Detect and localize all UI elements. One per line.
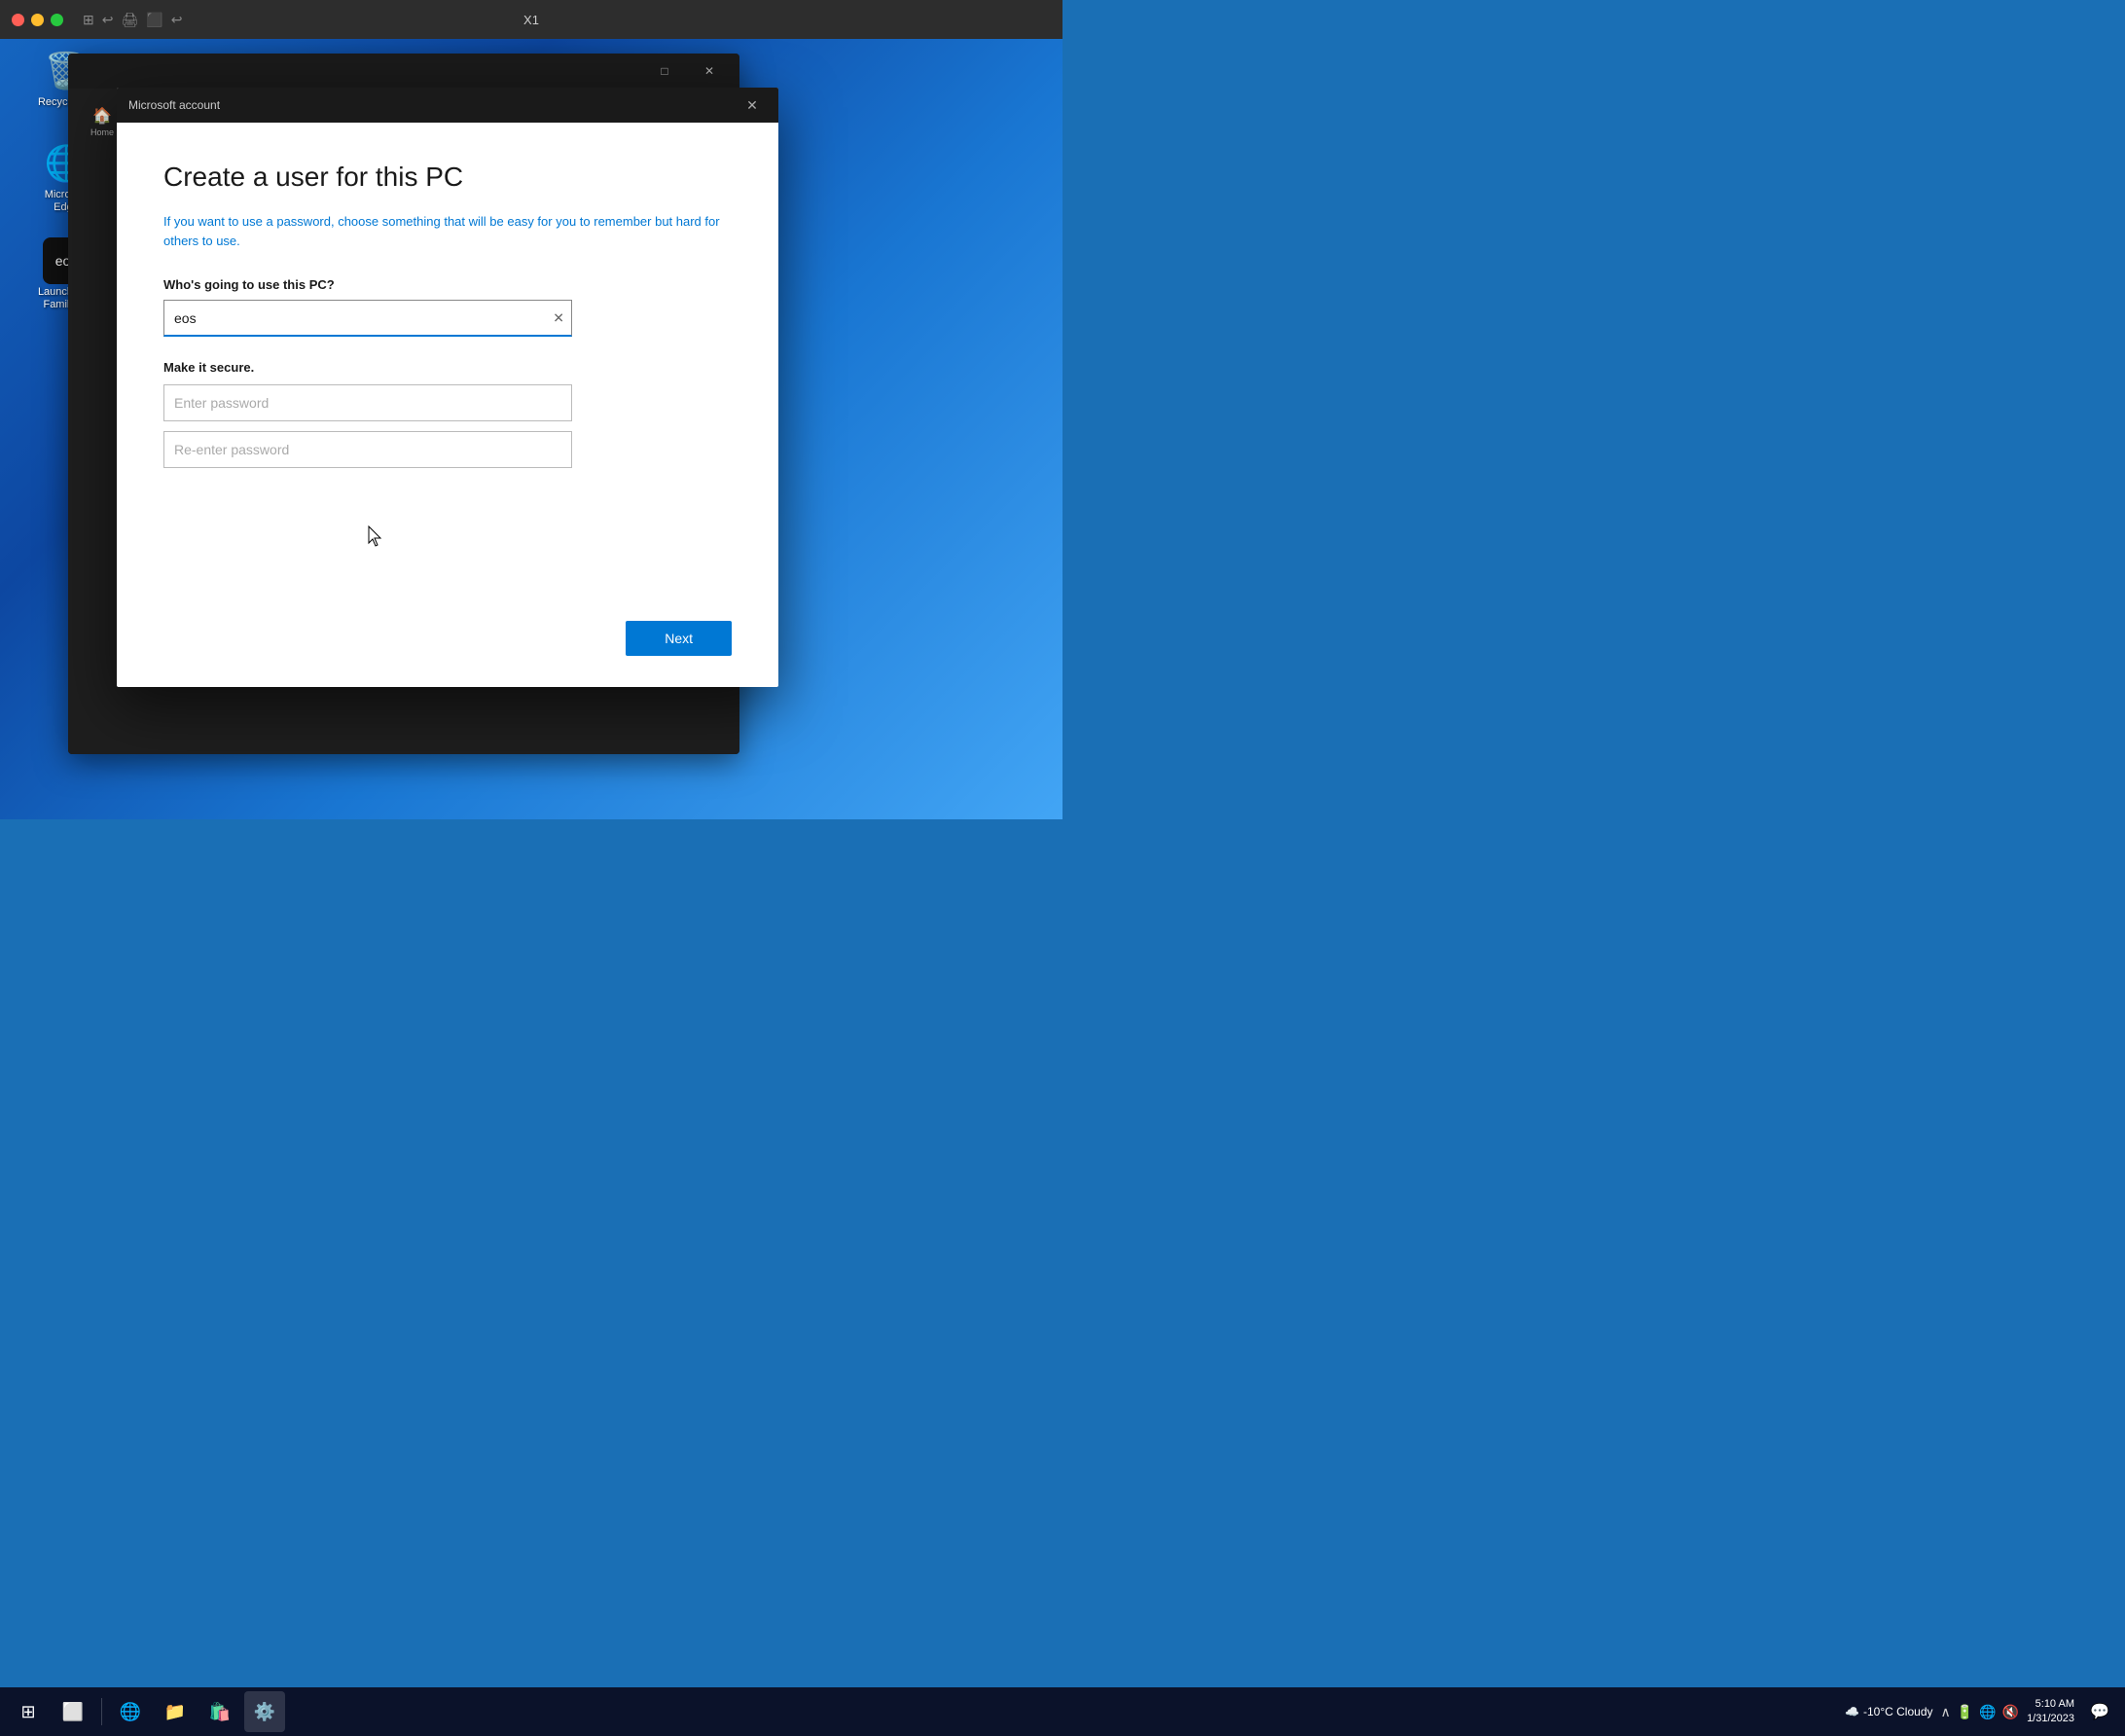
next-button[interactable]: Next — [626, 621, 732, 656]
ms-account-dialog: Microsoft account ✕ Create a user for th… — [117, 88, 778, 687]
sidebar-home-label: Home — [90, 127, 114, 137]
dialog-heading: Create a user for this PC — [163, 162, 732, 193]
username-input-wrapper: ✕ — [163, 300, 572, 337]
maximize-button[interactable]: □ — [642, 54, 687, 89]
dialog-footer: Next — [626, 621, 732, 656]
who-label: Who's going to use this PC? — [163, 277, 732, 292]
close-button[interactable]: ✕ — [687, 54, 732, 89]
clear-username-icon[interactable]: ✕ — [553, 310, 564, 327]
desktop: 🗑️ Recycle Bin 🌐 Microsoft Edge eos Laun… — [0, 39, 1062, 819]
dialog-title: Microsoft account — [128, 98, 220, 112]
toolbar-icon-5: ↩ — [171, 12, 183, 28]
minimize-dot[interactable] — [31, 14, 44, 26]
fullscreen-dot[interactable] — [51, 14, 63, 26]
secure-label: Make it secure. — [163, 360, 732, 375]
reenter-password-input[interactable] — [163, 431, 572, 468]
username-input[interactable] — [163, 300, 572, 337]
toolbar-icon-3: 🖨 — [121, 12, 138, 28]
dialog-subtitle: If you want to use a password, choose so… — [163, 212, 732, 250]
toolbar-icon-1: ⊞ — [83, 12, 94, 28]
dialog-body: Create a user for this PC If you want to… — [117, 123, 778, 687]
win-controls[interactable]: □ ✕ — [642, 54, 732, 89]
home-icon: 🏠 — [92, 106, 112, 126]
close-dot[interactable] — [12, 14, 24, 26]
mac-titlebar: ⊞ ↩ 🖨 ⬛ ↩ X1 — [0, 0, 1062, 39]
toolbar-icon-2: ↩ — [102, 12, 114, 28]
toolbar-icon-4: ⬛ — [146, 12, 162, 28]
password-input[interactable] — [163, 384, 572, 421]
mac-toolbar: ⊞ ↩ 🖨 ⬛ ↩ — [83, 12, 182, 28]
settings-titlebar: □ ✕ — [68, 54, 739, 89]
window-title: X1 — [523, 13, 539, 27]
dialog-close-button[interactable]: ✕ — [738, 90, 767, 120]
mac-window-controls[interactable] — [12, 14, 63, 26]
dialog-titlebar: Microsoft account ✕ — [117, 88, 778, 123]
